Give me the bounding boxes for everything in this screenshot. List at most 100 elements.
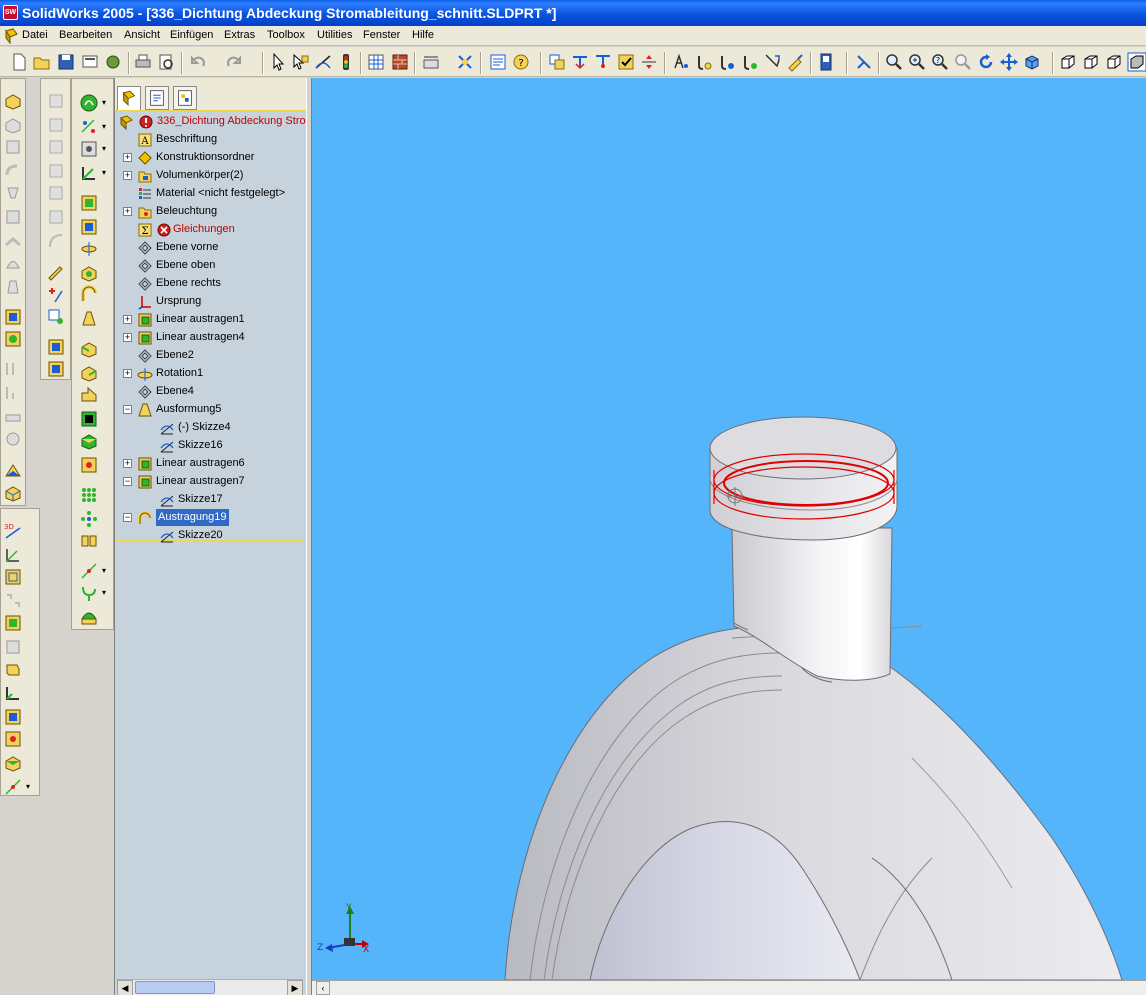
tree-item[interactable]: + Rotation1 bbox=[119, 365, 303, 382]
chevron-down-icon[interactable]: ▾ bbox=[102, 122, 106, 131]
zoom-in-out-icon[interactable] bbox=[907, 52, 927, 72]
lofted-surface-icon[interactable] bbox=[3, 683, 23, 703]
expand-icon[interactable]: + bbox=[123, 333, 132, 342]
base-extrude-icon[interactable] bbox=[3, 307, 23, 327]
chamfer-icon[interactable] bbox=[79, 363, 99, 383]
core-extract-icon[interactable] bbox=[46, 359, 66, 379]
smart-dim-icon[interactable] bbox=[79, 163, 99, 183]
help-icon[interactable]: ? bbox=[511, 52, 531, 72]
tree-item[interactable]: A Beschriftung bbox=[119, 131, 303, 148]
loft-boss-icon[interactable] bbox=[79, 309, 99, 329]
cap-body[interactable] bbox=[709, 416, 898, 541]
revolved-surface-icon[interactable] bbox=[3, 637, 23, 657]
zoom-prev-icon[interactable] bbox=[953, 52, 973, 72]
scale-icon[interactable] bbox=[3, 483, 23, 503]
select-other-icon[interactable] bbox=[290, 52, 310, 72]
feature-manager-scrollbar[interactable]: ◀ ▶ bbox=[117, 979, 303, 995]
core-icon[interactable] bbox=[46, 183, 66, 203]
undo-icon[interactable] bbox=[188, 52, 208, 72]
collapse-icon[interactable]: − bbox=[123, 513, 132, 522]
tree-item[interactable]: + Linear austragen4 bbox=[119, 329, 303, 346]
tree-item[interactable]: Ursprung bbox=[119, 293, 303, 310]
add-relation-icon[interactable] bbox=[46, 285, 66, 305]
rotate-icon[interactable] bbox=[976, 52, 996, 72]
collapse-icon[interactable]: − bbox=[123, 405, 132, 414]
isometric-icon[interactable] bbox=[1058, 52, 1078, 72]
fillet-icon[interactable] bbox=[79, 339, 99, 359]
feature-tree-tab-icon[interactable] bbox=[117, 86, 141, 110]
zoom-area-icon[interactable] bbox=[884, 52, 904, 72]
tree-item[interactable]: Skizze17 bbox=[119, 491, 303, 508]
section-props-icon[interactable] bbox=[717, 52, 737, 72]
zoom-selection-icon[interactable]: ? bbox=[930, 52, 950, 72]
open-icon[interactable] bbox=[32, 52, 52, 72]
knit-surface-icon[interactable] bbox=[3, 753, 23, 773]
tree-item[interactable]: + Linear austragen1 bbox=[119, 311, 303, 328]
menu-toolbox[interactable]: Toolbox bbox=[267, 29, 305, 41]
menu-utilities[interactable]: Utilities bbox=[317, 29, 352, 41]
tree-item[interactable]: Skizze20 bbox=[119, 527, 303, 544]
configuration-tab-icon[interactable] bbox=[173, 86, 197, 110]
sweep-feature-icon[interactable] bbox=[3, 161, 23, 181]
sketch-icon[interactable] bbox=[313, 52, 333, 72]
shell-icon[interactable] bbox=[3, 207, 23, 227]
tree-item[interactable]: (-) Skizze4 bbox=[119, 419, 303, 436]
property-manager-tab-icon[interactable] bbox=[145, 86, 169, 110]
select-icon[interactable] bbox=[268, 52, 288, 72]
expand-icon[interactable]: + bbox=[123, 369, 132, 378]
measure-icon[interactable] bbox=[671, 52, 691, 72]
undercut-icon[interactable] bbox=[46, 261, 66, 281]
menu-extras[interactable]: Extras bbox=[224, 29, 255, 41]
menu-fenster[interactable]: Fenster bbox=[363, 29, 400, 41]
scroll-right-icon[interactable]: ▶ bbox=[287, 980, 303, 995]
tree-item[interactable]: Ebene vorne bbox=[119, 239, 303, 256]
menu-bearbeiten[interactable]: Bearbeiten bbox=[59, 29, 112, 41]
mirror-icon[interactable] bbox=[79, 531, 99, 551]
planar-surface-icon[interactable] bbox=[3, 707, 23, 727]
expand-icon[interactable]: + bbox=[123, 207, 132, 216]
redo-icon[interactable] bbox=[224, 52, 244, 72]
mass-props-icon[interactable] bbox=[694, 52, 714, 72]
draft-icon[interactable] bbox=[3, 277, 23, 297]
menu-einfuegen[interactable]: Einfügen bbox=[170, 29, 213, 41]
tree-item[interactable]: − Ausformung5 bbox=[119, 401, 303, 418]
tree-item[interactable]: + Beleuchtung bbox=[119, 203, 303, 220]
insert-component-icon[interactable] bbox=[547, 52, 567, 72]
tree-item[interactable]: Ebene2 bbox=[119, 347, 303, 364]
chevron-down-icon[interactable]: ▾ bbox=[102, 144, 106, 153]
scroll-left-icon[interactable]: ◀ bbox=[117, 980, 133, 995]
view-orient-icon[interactable] bbox=[1022, 52, 1042, 72]
extruded-surface-icon[interactable] bbox=[3, 567, 23, 587]
print-setup-icon[interactable] bbox=[80, 52, 100, 72]
reference-plane-icon[interactable] bbox=[79, 561, 99, 581]
pointer-icon[interactable] bbox=[816, 52, 836, 72]
print-icon[interactable] bbox=[133, 52, 153, 72]
expand-icon[interactable]: + bbox=[123, 315, 132, 324]
draft-feature-icon[interactable] bbox=[79, 409, 99, 429]
title-bar[interactable]: SW SolidWorks 2005 - [336_Dichtung Abdec… bbox=[0, 0, 1146, 26]
reference-geometry-icon[interactable] bbox=[3, 777, 23, 797]
check-icon[interactable] bbox=[616, 52, 636, 72]
cavity-icon[interactable] bbox=[46, 207, 66, 227]
rebuild-icon[interactable] bbox=[336, 52, 356, 72]
fill-surface-icon[interactable] bbox=[3, 729, 23, 749]
dimension-icon[interactable] bbox=[421, 52, 441, 72]
tree-item[interactable]: Material <nicht festgelegt> bbox=[119, 185, 303, 202]
offset-surface-icon[interactable] bbox=[3, 591, 23, 611]
collapse-icon[interactable]: − bbox=[123, 477, 132, 486]
dome-icon[interactable] bbox=[3, 253, 23, 273]
menu-hilfe[interactable]: Hilfe bbox=[412, 29, 434, 41]
cut-extrude-icon[interactable] bbox=[3, 115, 23, 135]
expand-icon[interactable]: + bbox=[123, 153, 132, 162]
relation-icon[interactable] bbox=[455, 52, 475, 72]
sweep-boss-icon[interactable] bbox=[79, 285, 99, 305]
insert-mold-icon[interactable] bbox=[46, 307, 66, 327]
thicken-icon[interactable] bbox=[3, 407, 23, 427]
solidworks-document-icon[interactable] bbox=[3, 28, 19, 44]
3d-sketch-icon[interactable]: 3D bbox=[3, 521, 23, 541]
scroll-thumb[interactable] bbox=[135, 981, 215, 994]
cut-icon[interactable] bbox=[79, 217, 99, 237]
options-icon[interactable] bbox=[103, 52, 123, 72]
wireframe-icon[interactable] bbox=[1104, 52, 1124, 72]
indent-icon[interactable] bbox=[3, 429, 23, 449]
